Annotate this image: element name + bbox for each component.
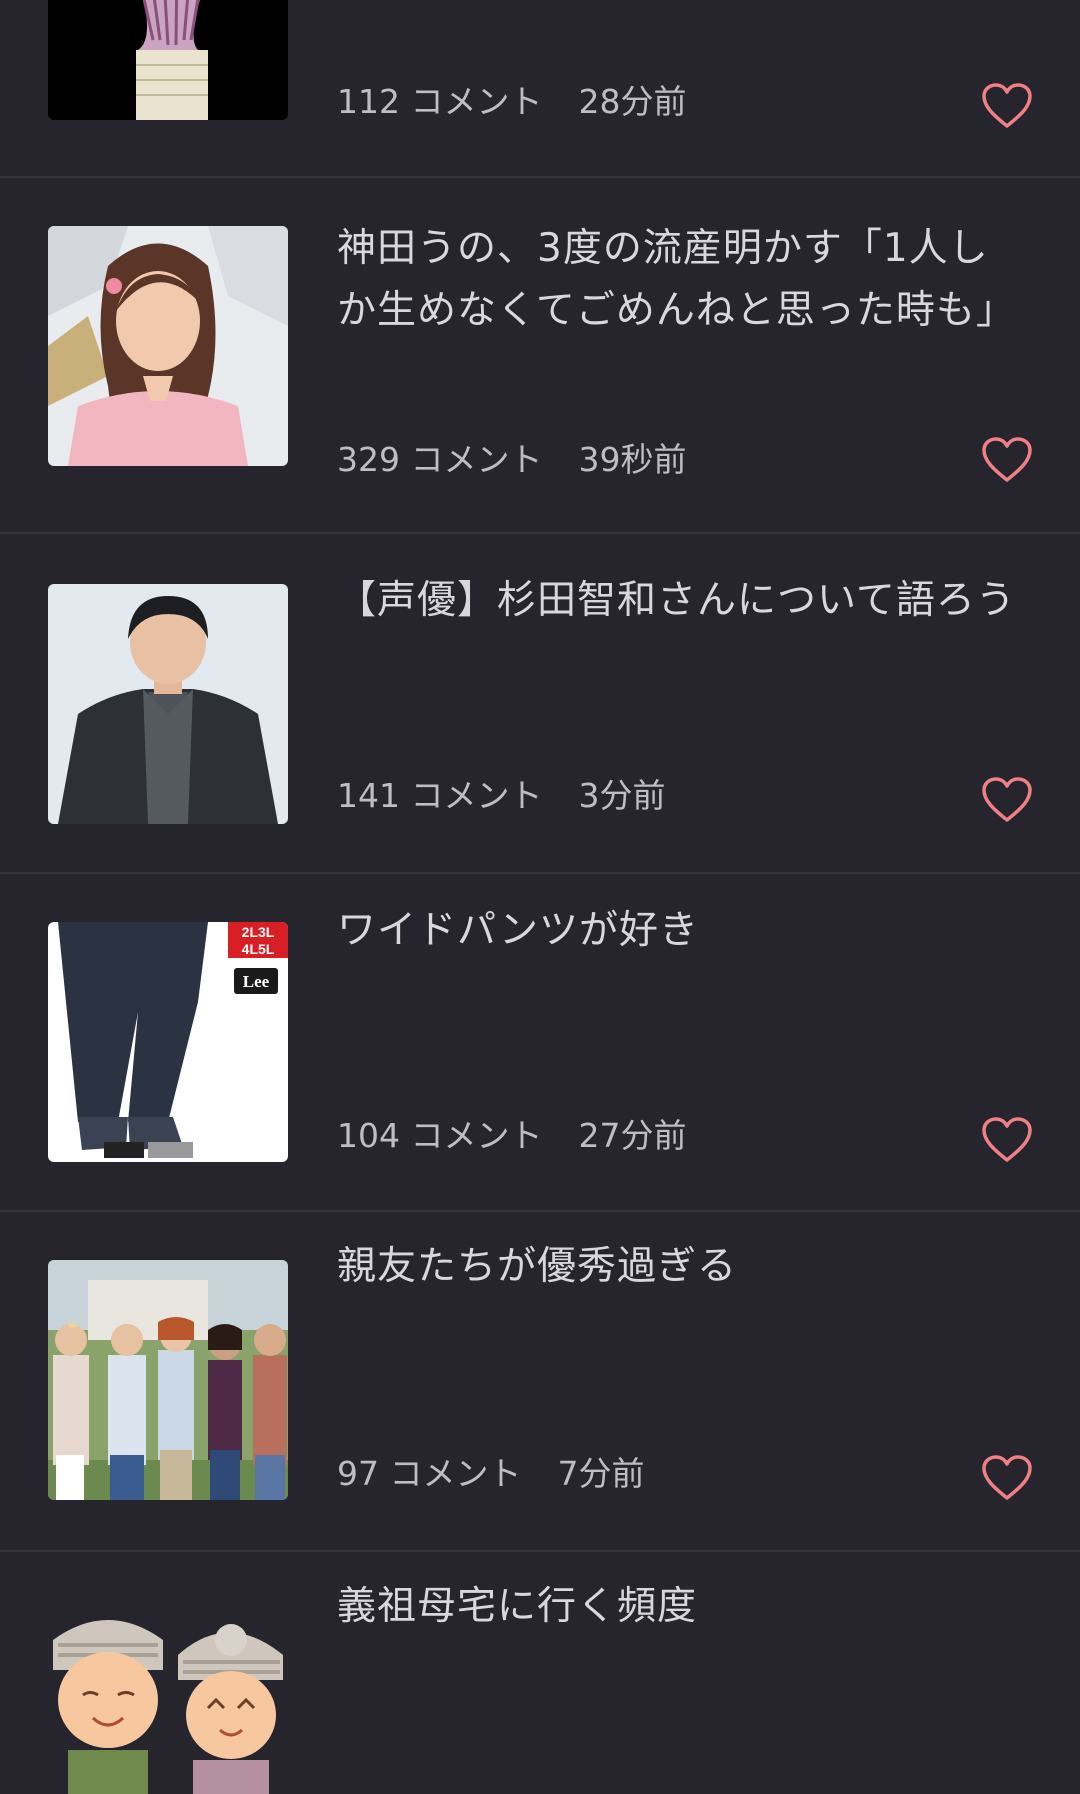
list-item[interactable]: 神田うの、3度の流産明かす「1人しか生めなくてごめんねと思った時も」 329 コ… — [0, 178, 1080, 534]
item-meta: 104 コメント 27分前 — [337, 1116, 686, 1156]
thumbnail-image — [48, 226, 288, 466]
heart-outline-icon[interactable] — [982, 777, 1032, 823]
topic-title[interactable]: ワイドパンツが好き — [337, 900, 1017, 962]
comment-count: 329 コメント — [337, 440, 543, 479]
topic-title[interactable]: 義祖母宅に行く頻度 — [337, 1576, 1017, 1638]
size-label: 4L5L — [242, 941, 275, 957]
heart-outline-icon[interactable] — [982, 83, 1032, 129]
comment-count: 112 コメント — [337, 82, 543, 121]
topic-list: 112 コメント 28分前 神田うの、3度の流産明かす「1人しか生めなくてごめんね… — [0, 0, 1080, 1794]
post-time: 39秒前 — [578, 440, 687, 479]
list-item[interactable]: 義祖母宅に行く頻度 — [0, 1552, 1080, 1794]
thumbnail-image: 2L3L 4L5L Lee — [48, 922, 288, 1162]
comment-count: 141 コメント — [337, 776, 543, 815]
list-item[interactable]: 112 コメント 28分前 — [0, 0, 1080, 178]
post-time: 7分前 — [557, 1454, 645, 1493]
thumbnail-image — [48, 1600, 288, 1794]
heart-outline-icon[interactable] — [982, 1117, 1032, 1163]
topic-title[interactable]: 【声優】杉田智和さんについて語ろう — [337, 570, 1017, 632]
list-item[interactable]: 2L3L 4L5L Lee ワイドパンツが好き 104 コメント 27分前 — [0, 874, 1080, 1212]
brand-logo: Lee — [243, 972, 270, 991]
topic-title[interactable]: 神田うの、3度の流産明かす「1人しか生めなくてごめんねと思った時も」 — [337, 218, 1017, 342]
list-item[interactable]: 親友たちが優秀過ぎる 97 コメント 7分前 — [0, 1212, 1080, 1552]
thumbnail-image — [48, 0, 288, 120]
post-time: 27分前 — [578, 1116, 687, 1155]
size-label: 2L3L — [242, 924, 275, 940]
post-time: 3分前 — [578, 776, 666, 815]
thumbnail-image — [48, 584, 288, 824]
item-meta: 112 コメント 28分前 — [337, 82, 686, 122]
thumbnail-image — [48, 1260, 288, 1500]
list-item[interactable]: 【声優】杉田智和さんについて語ろう 141 コメント 3分前 — [0, 534, 1080, 874]
item-meta: 97 コメント 7分前 — [337, 1454, 644, 1494]
heart-outline-icon[interactable] — [982, 437, 1032, 483]
item-meta: 329 コメント 39秒前 — [337, 440, 686, 480]
comment-count: 104 コメント — [337, 1116, 543, 1155]
item-meta: 141 コメント 3分前 — [337, 776, 665, 816]
post-time: 28分前 — [578, 82, 687, 121]
comment-count: 97 コメント — [337, 1454, 522, 1493]
heart-outline-icon[interactable] — [982, 1455, 1032, 1501]
topic-title[interactable]: 親友たちが優秀過ぎる — [337, 1236, 1017, 1298]
